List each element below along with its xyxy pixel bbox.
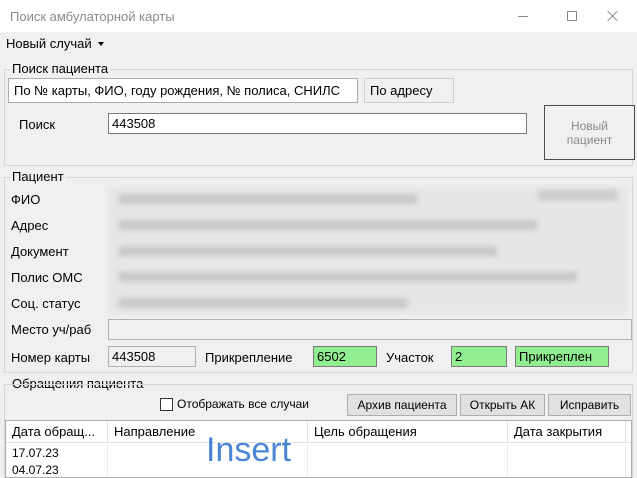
table-header: Дата обращ... Направление Цель обращения… (6, 421, 631, 443)
search-group-title: Поиск пациента (10, 61, 111, 76)
minimize-icon (518, 15, 528, 17)
district-field[interactable]: 2 (451, 346, 507, 367)
card-number-label: Номер карты (11, 350, 91, 365)
patient-archive-button[interactable]: Архив пациента (347, 394, 457, 416)
social-status-label: Соц. статус (11, 296, 81, 311)
table-cell (108, 462, 308, 477)
maximize-icon (567, 11, 577, 21)
minimize-button[interactable] (500, 0, 546, 32)
column-direction[interactable]: Направление (108, 421, 308, 443)
checkbox-box[interactable] (160, 397, 173, 411)
menu-bar: Новый случай (0, 32, 637, 54)
patient-group-title: Пациент (10, 169, 66, 184)
address-label: Адрес (11, 218, 49, 233)
redacted-patient-info (108, 186, 628, 314)
show-all-cases-checkbox[interactable]: Отображать все случаи (160, 397, 309, 411)
table-row[interactable]: 04.07.23 (6, 462, 631, 477)
tab-by-card-number[interactable]: По № карты, ФИО, году рождения, № полиса… (8, 78, 358, 103)
column-visit-purpose[interactable]: Цель обращения (308, 421, 508, 443)
table-cell (308, 445, 508, 462)
workplace-label: Место уч/раб (11, 322, 92, 337)
table-cell (108, 445, 308, 462)
table-cell (308, 462, 508, 477)
show-all-cases-label: Отображать все случаи (177, 397, 309, 411)
maximize-button[interactable] (549, 0, 595, 32)
title-bar: Поиск амбулаторной карты (0, 0, 637, 32)
district-label: Участок (386, 350, 434, 365)
new-case-label: Новый случай (6, 36, 92, 51)
workplace-field[interactable] (108, 319, 632, 340)
new-patient-button[interactable]: Новый пациент (544, 105, 635, 160)
column-visit-date[interactable]: Дата обращ... (6, 421, 108, 443)
close-icon (607, 10, 619, 22)
table-cell: 04.07.23 (6, 462, 108, 477)
fio-label: ФИО (11, 192, 41, 207)
attached-status-field[interactable]: Прикреплен (515, 346, 609, 367)
window-title: Поиск амбулаторной карты (10, 9, 175, 24)
fix-button[interactable]: Исправить (548, 394, 631, 416)
document-label: Документ (11, 244, 69, 259)
card-number-field[interactable]: 443508 (108, 346, 196, 367)
column-close-date[interactable]: Дата закрытия (508, 421, 626, 443)
policy-label: Полис ОМС (11, 270, 83, 285)
table-cell (508, 445, 626, 462)
table-cell: 17.07.23 (6, 445, 108, 462)
tab-by-address[interactable]: По адресу (364, 78, 454, 103)
search-label: Поиск (19, 117, 56, 132)
chevron-down-icon (97, 41, 104, 46)
attachment-field[interactable]: 6502 (313, 346, 377, 367)
attachment-label: Прикрепление (205, 350, 293, 365)
table-row[interactable]: 17.07.23 (6, 445, 631, 462)
visits-table: Дата обращ... Направление Цель обращения… (5, 420, 632, 478)
search-input[interactable]: 443508 (108, 113, 527, 134)
new-case-menu[interactable]: Новый случай (6, 36, 104, 51)
table-cell (508, 462, 626, 477)
close-button[interactable] (590, 0, 636, 32)
open-ak-button[interactable]: Открыть АК (460, 394, 545, 416)
